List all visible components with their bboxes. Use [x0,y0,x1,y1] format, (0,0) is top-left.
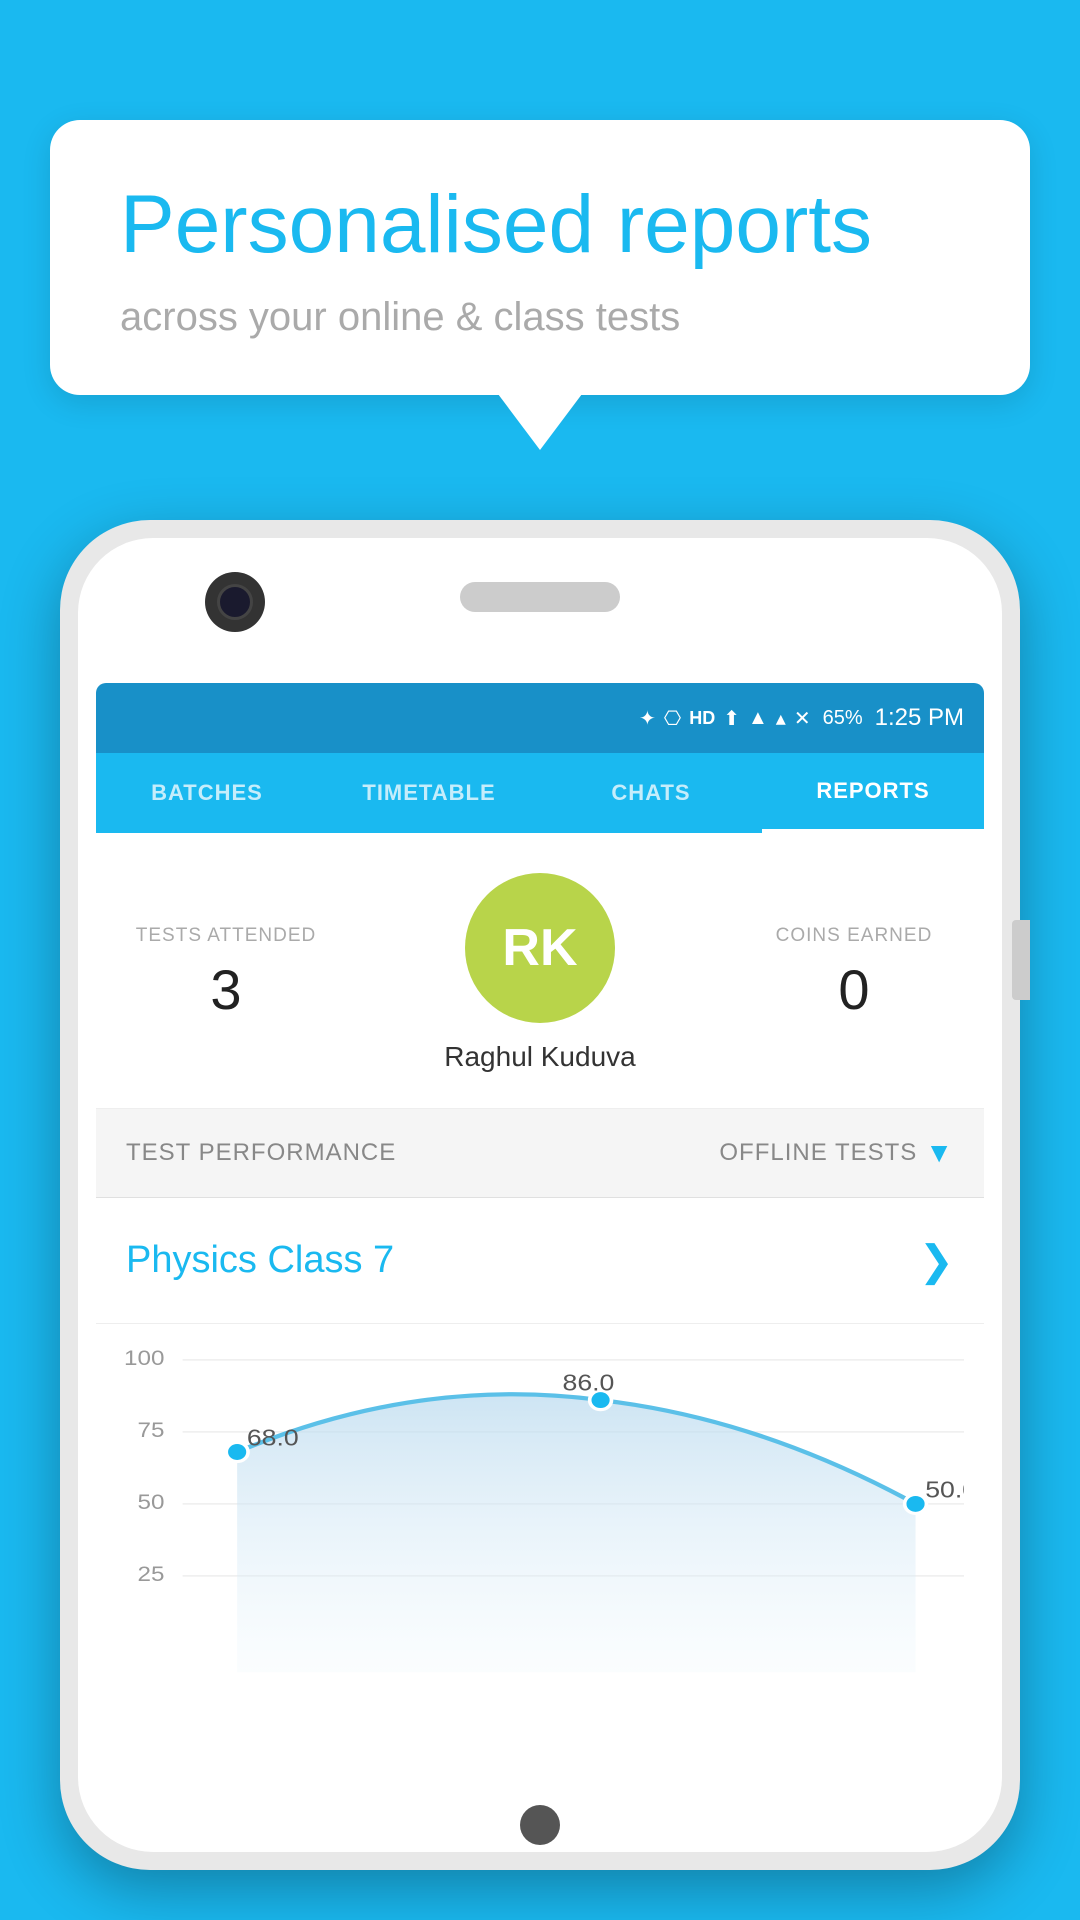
annotation-1: 68.0 [247,1425,299,1451]
data-off-icon: ✕ [794,706,811,731]
coins-earned-label: COINS EARNED [754,925,954,947]
svg-text:100: 100 [124,1346,164,1370]
sync-icon: ⬆ [723,706,740,731]
vibrate-icon: ⎔ [664,706,681,731]
phone-inner: ✦ ⎔ HD ⬆ ▲ ▴ ✕ 65% 1:25 PM BATCHES [78,538,1002,1852]
avatar-block: RK Raghul Kuduva [444,873,635,1073]
avatar: RK [465,873,615,1023]
bubble-subtitle: across your online & class tests [120,295,960,340]
coins-earned-block: COINS EARNED 0 [754,925,954,1022]
side-button [1012,920,1030,1000]
svg-text:50: 50 [138,1490,165,1514]
phone-camera [205,572,265,632]
phone-home-button[interactable] [520,1805,560,1845]
svg-text:75: 75 [138,1418,165,1442]
perf-header: TEST PERFORMANCE OFFLINE TESTS ▼ [96,1109,984,1198]
tests-attended-block: TESTS ATTENDED 3 [126,925,326,1022]
status-icons: ✦ ⎔ HD ⬆ ▲ ▴ ✕ [639,706,811,731]
bubble-title: Personalised reports [120,180,960,270]
phone-outer: ✦ ⎔ HD ⬆ ▲ ▴ ✕ 65% 1:25 PM BATCHES [60,520,1020,1870]
tab-timetable[interactable]: TIMETABLE [318,753,540,833]
data-point-3 [905,1494,927,1513]
class-row[interactable]: Physics Class 7 ❯ [96,1198,984,1324]
annotation-2: 86.0 [563,1370,615,1396]
phone-speaker [460,582,620,612]
annotation-3: 50.0 [925,1477,964,1503]
perf-label: TEST PERFORMANCE [126,1139,396,1167]
performance-chart: 100 75 50 25 [116,1344,964,1704]
coins-earned-value: 0 [754,957,954,1022]
avatar-initials: RK [502,918,577,978]
data-point-1 [226,1442,248,1461]
tab-batches[interactable]: BATCHES [96,753,318,833]
screen: ✦ ⎔ HD ⬆ ▲ ▴ ✕ 65% 1:25 PM BATCHES [96,683,984,1772]
status-bar: ✦ ⎔ HD ⬆ ▲ ▴ ✕ 65% 1:25 PM [96,683,984,753]
class-name: Physics Class 7 [126,1239,394,1282]
tests-attended-value: 3 [126,957,326,1022]
offline-tests-button[interactable]: OFFLINE TESTS ▼ [719,1137,954,1169]
signal-icon: ▴ [776,706,786,731]
speech-bubble: Personalised reports across your online … [50,120,1030,395]
hd-icon: HD [689,708,715,729]
bluetooth-icon: ✦ [639,706,656,731]
phone-wrapper: ✦ ⎔ HD ⬆ ▲ ▴ ✕ 65% 1:25 PM BATCHES [60,520,1020,1920]
chevron-down-icon: ▼ [925,1137,954,1169]
tab-chats[interactable]: CHATS [540,753,762,833]
profile-section: TESTS ATTENDED 3 RK Raghul Kuduva COINS … [96,833,984,1109]
battery-percent: 65% [823,707,863,730]
chart-area: 100 75 50 25 [96,1324,984,1704]
wifi-icon: ▲ [748,707,768,730]
chevron-right-icon: ❯ [919,1236,954,1285]
offline-label: OFFLINE TESTS [719,1139,917,1167]
status-time: 1:25 PM [875,704,964,732]
tests-attended-label: TESTS ATTENDED [126,925,326,947]
svg-text:25: 25 [138,1562,165,1586]
user-name: Raghul Kuduva [444,1041,635,1073]
nav-tabs: BATCHES TIMETABLE CHATS REPORTS [96,753,984,833]
tab-reports[interactable]: REPORTS [762,753,984,833]
